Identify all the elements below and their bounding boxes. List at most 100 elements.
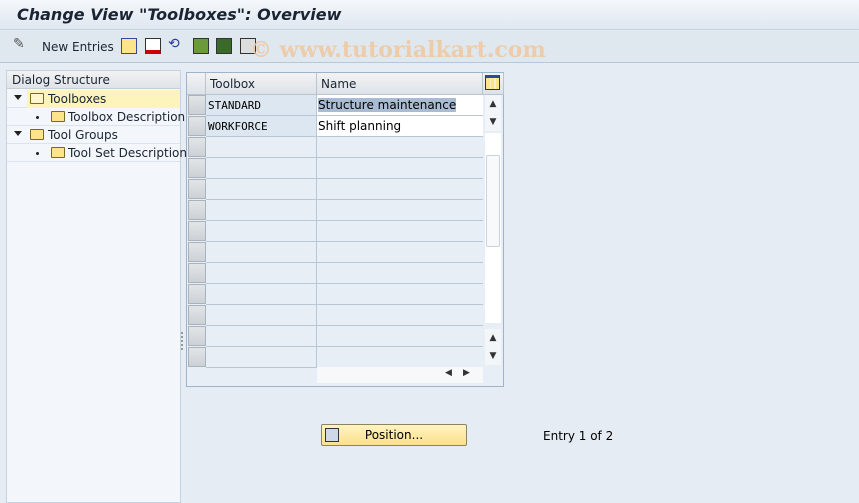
name-cell[interactable] bbox=[317, 347, 483, 368]
vertical-scrollbar[interactable]: ▲ ▼ ▲ ▼ bbox=[485, 95, 502, 365]
tree-node-label: Tool Set Description bbox=[68, 146, 187, 160]
folder-icon bbox=[30, 129, 44, 140]
scroll-down-icon[interactable]: ▼ bbox=[485, 113, 501, 131]
table-row bbox=[187, 158, 483, 179]
toolbox-cell[interactable] bbox=[206, 221, 317, 242]
select-block-icon[interactable] bbox=[216, 38, 232, 54]
horizontal-scrollbar[interactable]: ◀ ▶ bbox=[317, 367, 483, 383]
row-selector[interactable] bbox=[188, 221, 206, 241]
splitter-handle[interactable] bbox=[181, 332, 183, 350]
table-row bbox=[187, 242, 483, 263]
row-selector[interactable] bbox=[188, 95, 206, 115]
column-settings-icon bbox=[485, 75, 500, 90]
name-cell[interactable] bbox=[317, 137, 483, 158]
table-row bbox=[187, 263, 483, 284]
copy-icon[interactable] bbox=[121, 38, 137, 54]
name-cell[interactable] bbox=[317, 305, 483, 326]
dialog-structure-title: Dialog Structure bbox=[7, 71, 180, 89]
table-row bbox=[187, 200, 483, 221]
name-cell[interactable] bbox=[317, 263, 483, 284]
toolbox-cell[interactable] bbox=[206, 305, 317, 326]
toolbox-cell[interactable] bbox=[206, 137, 317, 158]
scroll-page-up-icon[interactable]: ▲ bbox=[485, 329, 501, 347]
name-cell-text: Structure maintenance bbox=[318, 98, 457, 112]
name-cell[interactable] bbox=[317, 200, 483, 221]
table-row bbox=[187, 137, 483, 158]
table-row bbox=[187, 179, 483, 200]
bullet-icon bbox=[36, 152, 39, 155]
name-cell[interactable] bbox=[317, 326, 483, 347]
toolbox-cell[interactable] bbox=[206, 158, 317, 179]
row-selector[interactable] bbox=[188, 326, 206, 346]
select-all-header[interactable] bbox=[187, 73, 206, 95]
row-selector[interactable] bbox=[188, 242, 206, 262]
entry-counter: Entry 1 of 2 bbox=[543, 429, 614, 443]
row-selector[interactable] bbox=[188, 116, 206, 136]
name-cell[interactable] bbox=[317, 284, 483, 305]
column-header-name[interactable]: Name bbox=[317, 73, 483, 95]
table-row bbox=[187, 305, 483, 326]
name-cell[interactable] bbox=[317, 242, 483, 263]
name-cell[interactable] bbox=[317, 179, 483, 200]
toolbox-cell[interactable] bbox=[206, 179, 317, 200]
toolbox-table: Toolbox Name STANDARD Structure maintena… bbox=[186, 72, 504, 387]
tree-node-label: Toolboxes bbox=[48, 92, 107, 106]
toolbox-cell[interactable]: WORKFORCE bbox=[206, 116, 317, 137]
toolbox-cell[interactable] bbox=[206, 200, 317, 221]
new-entries-button[interactable]: New Entries bbox=[42, 40, 114, 54]
select-all-icon[interactable] bbox=[193, 38, 209, 54]
row-selector[interactable] bbox=[188, 347, 206, 367]
name-cell[interactable] bbox=[317, 221, 483, 242]
tree-node-tool-groups[interactable]: Tool Groups bbox=[7, 126, 180, 144]
title-bar: Change View "Toolboxes": Overview bbox=[0, 0, 859, 30]
name-cell[interactable]: Structure maintenance bbox=[317, 95, 483, 116]
scroll-left-icon[interactable]: ◀ bbox=[445, 368, 452, 378]
scroll-page-down-icon[interactable]: ▼ bbox=[485, 347, 501, 365]
scroll-up-icon[interactable]: ▲ bbox=[485, 95, 501, 113]
expand-icon[interactable] bbox=[14, 95, 22, 100]
toolbar: ✎ New Entries ⟲ © www.tutorialkart.com bbox=[0, 31, 859, 63]
table-row: WORKFORCE Shift planning bbox=[187, 116, 483, 137]
table-row bbox=[187, 347, 483, 368]
position-button-label: Position... bbox=[364, 428, 424, 442]
column-header-toolbox[interactable]: Toolbox bbox=[206, 73, 317, 95]
watermark: © www.tutorialkart.com bbox=[250, 37, 546, 63]
tree-node-toolboxes[interactable]: Toolboxes bbox=[7, 90, 180, 108]
undo-icon[interactable]: ⟲ bbox=[168, 36, 184, 52]
table-row bbox=[187, 326, 483, 347]
toolbox-cell[interactable]: STANDARD bbox=[206, 95, 317, 116]
scroll-right-icon[interactable]: ▶ bbox=[463, 368, 470, 378]
row-selector[interactable] bbox=[188, 263, 206, 283]
row-selector[interactable] bbox=[188, 179, 206, 199]
table-settings-button[interactable] bbox=[483, 73, 504, 95]
name-cell[interactable]: Shift planning bbox=[317, 116, 483, 137]
toolbox-cell[interactable] bbox=[206, 263, 317, 284]
position-icon bbox=[325, 428, 339, 442]
delete-icon[interactable] bbox=[145, 38, 161, 54]
scroll-thumb[interactable] bbox=[486, 155, 500, 247]
tree-node-label: Tool Groups bbox=[48, 128, 118, 142]
toolbox-cell[interactable] bbox=[206, 242, 317, 263]
position-button[interactable]: Position... bbox=[321, 424, 467, 446]
row-selector[interactable] bbox=[188, 137, 206, 157]
table-row bbox=[187, 284, 483, 305]
toolbox-cell[interactable] bbox=[206, 347, 317, 368]
table-row: STANDARD Structure maintenance bbox=[187, 95, 483, 116]
tree-node-label: Toolbox Description bbox=[68, 110, 186, 124]
open-folder-icon bbox=[30, 93, 44, 104]
folder-icon bbox=[51, 147, 65, 158]
toolbox-cell[interactable] bbox=[206, 326, 317, 347]
row-selector[interactable] bbox=[188, 158, 206, 178]
row-selector[interactable] bbox=[188, 284, 206, 304]
bullet-icon bbox=[36, 116, 39, 119]
display-change-icon[interactable]: ✎ bbox=[13, 36, 29, 52]
toolbox-cell[interactable] bbox=[206, 284, 317, 305]
tree-node-tool-set-description[interactable]: Tool Set Description bbox=[7, 144, 187, 162]
tree-node-toolbox-description[interactable]: Toolbox Description bbox=[7, 108, 185, 126]
name-cell[interactable] bbox=[317, 158, 483, 179]
row-selector[interactable] bbox=[188, 200, 206, 220]
table-row bbox=[187, 221, 483, 242]
row-selector[interactable] bbox=[188, 305, 206, 325]
expand-icon[interactable] bbox=[14, 131, 22, 136]
name-cell-text: Shift planning bbox=[318, 119, 402, 133]
